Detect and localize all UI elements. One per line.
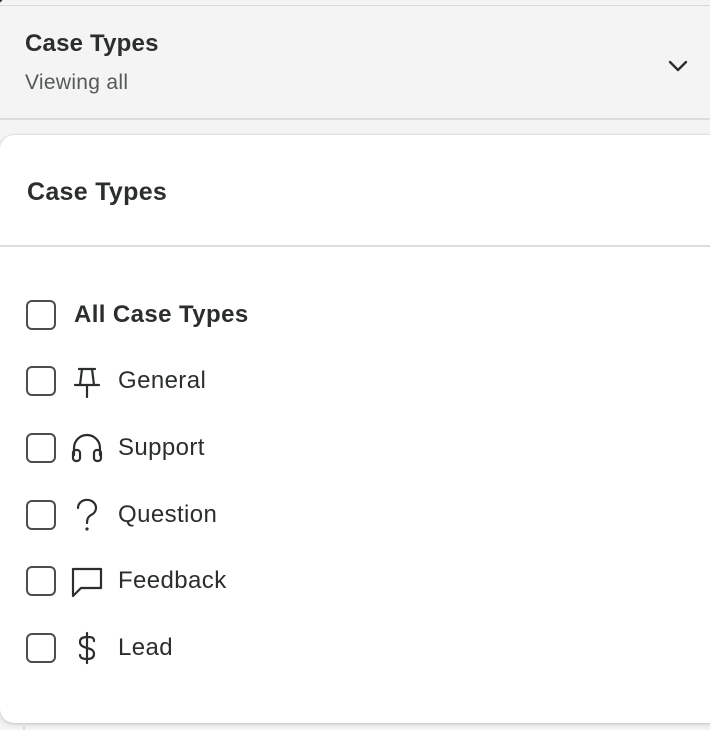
question-mark-icon (70, 498, 104, 532)
dollar-icon (70, 631, 104, 665)
checkbox[interactable] (26, 433, 56, 463)
option-support[interactable]: Support (24, 428, 205, 468)
option-feedback[interactable]: Feedback (24, 561, 227, 601)
option-lead[interactable]: Lead (24, 628, 173, 668)
option-general[interactable]: General (24, 361, 206, 401)
headset-icon (70, 431, 104, 465)
chevron-down-icon[interactable] (664, 52, 692, 80)
filter-title: Case Types (25, 30, 159, 57)
option-label: Feedback (118, 567, 227, 594)
case-types-filter-toggle[interactable]: Case Types Viewing all (0, 6, 710, 120)
chat-bubble-icon (70, 564, 104, 598)
pin-icon (70, 364, 104, 398)
option-question[interactable]: Question (24, 495, 217, 535)
panel-title: Case Types (27, 178, 168, 206)
checkbox[interactable] (26, 633, 56, 663)
option-label: Lead (118, 634, 173, 661)
case-types-dropdown-panel: Case Types All Case Types General Suppor… (0, 135, 710, 723)
filter-subtitle: Viewing all (25, 71, 129, 94)
panel-divider (0, 245, 710, 247)
checkbox[interactable] (26, 500, 56, 530)
option-all-case-types[interactable]: All Case Types (24, 295, 249, 335)
option-label: All Case Types (74, 301, 249, 328)
option-label: General (118, 367, 207, 394)
bottom-divider (23, 723, 25, 730)
option-label: Support (118, 434, 205, 461)
checkbox[interactable] (26, 300, 56, 330)
checkbox[interactable] (26, 366, 56, 396)
checkbox[interactable] (26, 566, 56, 596)
option-label: Question (118, 501, 218, 528)
